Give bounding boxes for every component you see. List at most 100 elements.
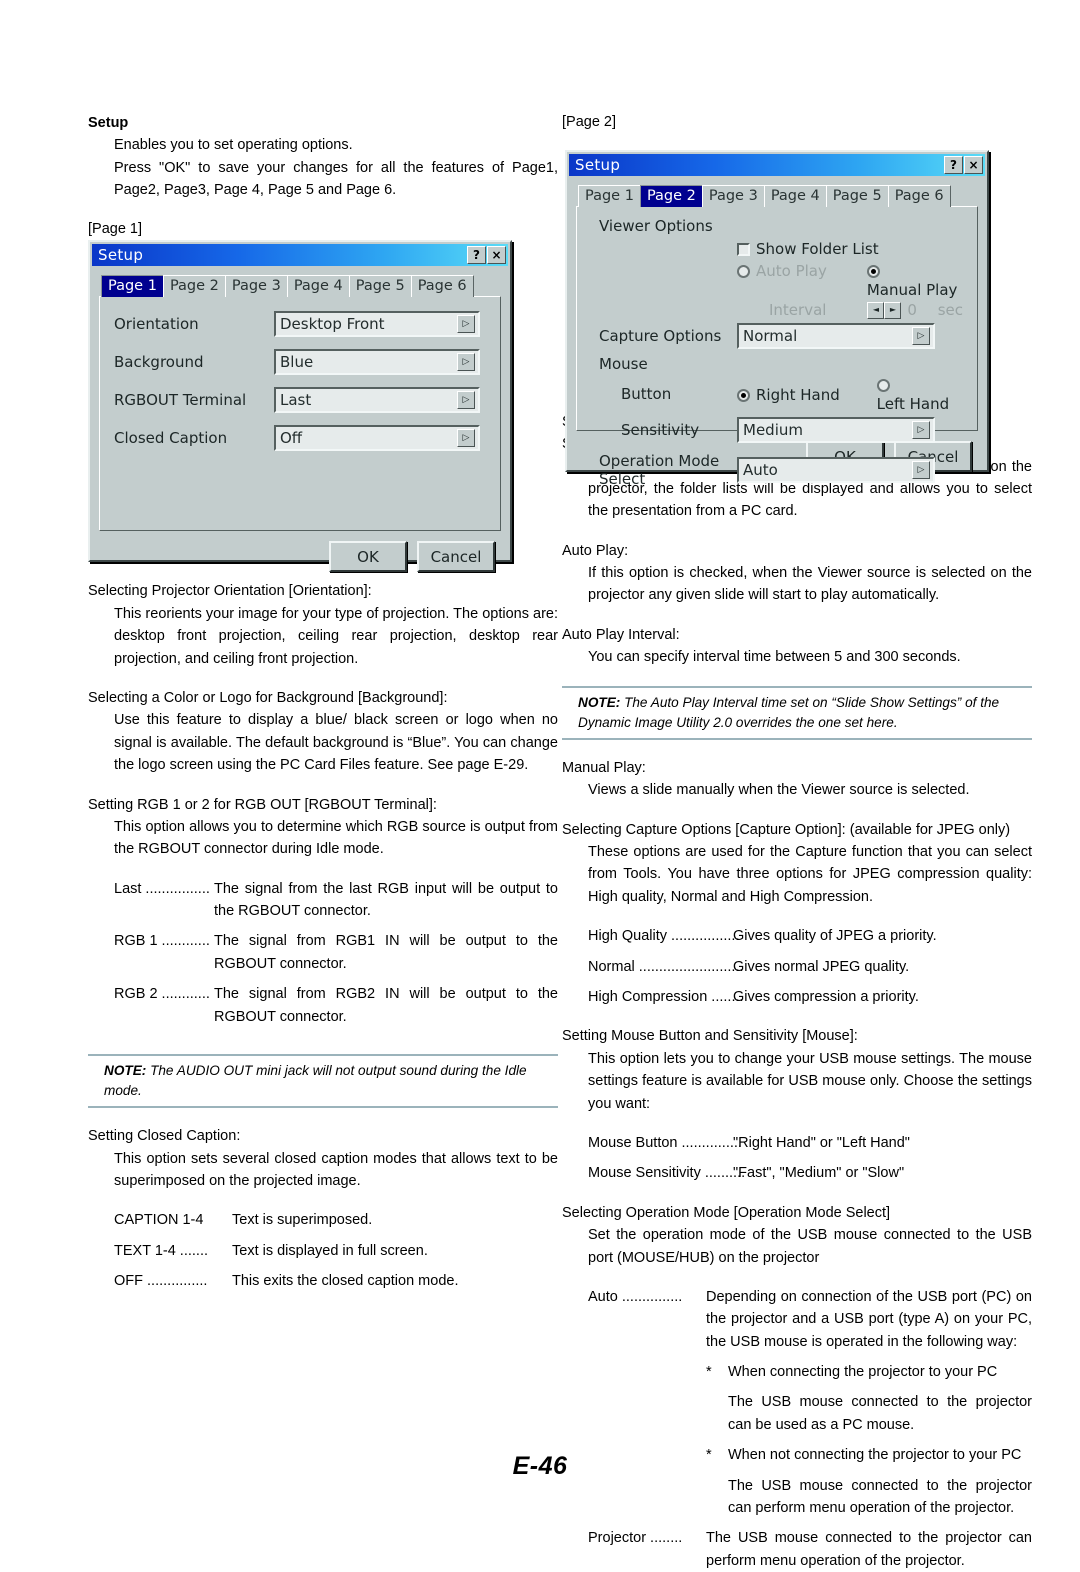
- def-rgb2-term: RGB 2 ............: [114, 986, 210, 1003]
- field-capture-options[interactable]: Capture Options Normal ▷: [591, 323, 963, 349]
- closed-caption-combo[interactable]: Off ▷: [274, 425, 480, 451]
- play-mode-row[interactable]: Auto Play Manual Play: [737, 261, 963, 299]
- manual-play-radio-row[interactable]: Manual Play: [866, 261, 963, 299]
- right-hand-radio-row[interactable]: Right Hand: [737, 385, 877, 404]
- rgbout-section-body: This option allows you to determine whic…: [114, 818, 558, 858]
- def-high-quality: High Quality ................. Gives qua…: [562, 925, 1032, 947]
- ok-button[interactable]: OK: [329, 541, 407, 572]
- field-sensitivity[interactable]: Sensitivity Medium ▷: [591, 417, 963, 443]
- chevron-right-icon[interactable]: ▷: [457, 429, 475, 447]
- dialog-tabs[interactable]: Page 1 Page 2 Page 3 Page 4 Page 5 Page …: [99, 273, 501, 297]
- tab-page-5[interactable]: Page 5: [825, 185, 889, 207]
- show-folder-list-checkbox[interactable]: [737, 243, 750, 256]
- tab-page-6[interactable]: Page 6: [410, 275, 474, 297]
- def-mouse-sensitivity: Mouse Sensitivity .......... "Fast", "Me…: [562, 1162, 1032, 1184]
- bullet-connecting-pc-heading: When connecting the projector to your PC: [728, 1364, 998, 1381]
- operation-mode-label: Operation Mode Select: [599, 452, 720, 488]
- chevron-right-icon[interactable]: ▷: [912, 461, 930, 479]
- tab-page-4[interactable]: Page 4: [286, 275, 350, 297]
- operation-mode-combo[interactable]: Auto ▷: [737, 457, 935, 483]
- closed-caption-value: Off: [280, 429, 303, 447]
- manual-play-radio[interactable]: [866, 265, 880, 278]
- def-off-term: OFF ...............: [114, 1273, 208, 1290]
- dialog-tabs[interactable]: Page 1 Page 2 Page 3 Page 4 Page 5 Page …: [576, 183, 978, 207]
- auto-play-radio[interactable]: [737, 265, 750, 278]
- def-rgb1: RGB 1 ............ The signal from RGB1 …: [88, 930, 558, 975]
- chevron-left-icon[interactable]: ◄: [867, 301, 885, 319]
- show-folder-list-row[interactable]: Show Folder List: [737, 239, 963, 258]
- orientation-value: Desktop Front: [280, 315, 385, 333]
- chevron-right-icon[interactable]: ▷: [457, 315, 475, 333]
- rgbout-terminal-label: RGBOUT Terminal: [114, 391, 247, 409]
- field-background[interactable]: Background Blue ▷: [114, 349, 486, 375]
- auto-play-radio-row[interactable]: Auto Play: [737, 261, 867, 299]
- def-high-compression-desc: Gives compression a priority.: [733, 989, 919, 1005]
- rgbout-terminal-combo[interactable]: Last ▷: [274, 387, 480, 413]
- setup-dialog-page2[interactable]: Setup ? × Page 1 Page 2 Page 3 Page 4 Pa…: [565, 150, 989, 488]
- def-caption-desc: Text is superimposed.: [232, 1212, 373, 1229]
- chevron-right-icon[interactable]: ▷: [457, 353, 475, 371]
- tab-page-1[interactable]: Page 1: [578, 185, 641, 207]
- def-rgb2-desc: The signal from RGB2 IN will be output t…: [214, 986, 558, 1025]
- def-normal-term: Normal ..........................: [588, 958, 744, 975]
- mouse-group-label: Mouse: [599, 355, 648, 373]
- background-value: Blue: [280, 353, 314, 371]
- help-icon[interactable]: ?: [944, 156, 963, 174]
- sensitivity-combo[interactable]: Medium ▷: [737, 417, 935, 443]
- bullet-connecting-pc: * When connecting the projector to your …: [562, 1361, 1032, 1383]
- mouse-button-row[interactable]: Button Right Hand Left Hand: [591, 375, 963, 413]
- tab-page-1[interactable]: Page 1: [101, 275, 164, 297]
- page2-label: [Page 2]: [562, 114, 617, 130]
- capture-options-combo[interactable]: Normal ▷: [737, 323, 935, 349]
- background-combo[interactable]: Blue ▷: [274, 349, 480, 375]
- chevron-right-icon[interactable]: ▷: [457, 391, 475, 409]
- dialog-titlebar[interactable]: Setup ? ×: [569, 154, 985, 176]
- tab-page-3[interactable]: Page 3: [701, 185, 765, 207]
- tab-page-6[interactable]: Page 6: [887, 185, 951, 207]
- chevron-right-icon[interactable]: ►: [884, 301, 902, 319]
- tab-page-3[interactable]: Page 3: [224, 275, 288, 297]
- interval-spinner[interactable]: ◄ ►: [867, 301, 902, 319]
- def-text-term: TEXT 1-4 .......: [114, 1242, 209, 1259]
- chevron-right-icon[interactable]: ▷: [912, 327, 930, 345]
- def-auto-desc: Depending on connection of the USB port …: [706, 1288, 1032, 1350]
- chevron-right-icon[interactable]: ▷: [912, 421, 930, 439]
- field-rgbout-terminal[interactable]: RGBOUT Terminal Last ▷: [114, 387, 486, 413]
- def-rgb1-desc: The signal from RGB1 IN will be output t…: [214, 933, 558, 972]
- note-text: The AUDIO OUT mini jack will not output …: [104, 1063, 527, 1099]
- closed-caption-section-body: This option sets several closed caption …: [114, 1150, 558, 1190]
- orientation-combo[interactable]: Desktop Front ▷: [274, 311, 480, 337]
- auto-play-label: Auto Play: [756, 262, 827, 280]
- operation-mode-value: Auto: [743, 461, 778, 479]
- right-hand-radio[interactable]: [737, 388, 750, 402]
- capture-options-title: Selecting Capture Options [Capture Optio…: [562, 821, 1011, 838]
- cancel-button[interactable]: Cancel: [417, 541, 495, 572]
- auto-play-title: Auto Play:: [562, 542, 629, 559]
- close-icon[interactable]: ×: [964, 156, 983, 174]
- note-audio-out: NOTE: The AUDIO OUT mini jack will not o…: [88, 1054, 558, 1109]
- left-hand-radio[interactable]: [876, 379, 890, 392]
- orientation-label: Orientation: [114, 315, 199, 333]
- manual-play-title: Manual Play:: [562, 759, 646, 776]
- tab-page-4[interactable]: Page 4: [763, 185, 827, 207]
- tab-panel-page2: Viewer Options Show Folder List Auto Pla…: [576, 206, 978, 488]
- close-icon[interactable]: ×: [487, 246, 506, 264]
- right-column-body: Setting Viewer Options [Viewer Options] …: [562, 411, 1032, 1572]
- def-mouse-button-term: Mouse Button ...............: [588, 1134, 742, 1151]
- dialog-titlebar[interactable]: Setup ? ×: [92, 244, 508, 266]
- field-orientation[interactable]: Orientation Desktop Front ▷: [114, 311, 486, 337]
- tab-page-2[interactable]: Page 2: [639, 185, 703, 207]
- field-closed-caption[interactable]: Closed Caption Off ▷: [114, 425, 486, 451]
- def-off: OFF ............... This exits the close…: [88, 1270, 558, 1292]
- tab-page-2[interactable]: Page 2: [162, 275, 226, 297]
- tab-page-5[interactable]: Page 5: [348, 275, 412, 297]
- setup-intro-line-1: Enables you to set operating options.: [114, 137, 353, 154]
- setup-dialog-page1[interactable]: Setup ? × Page 1 Page 2 Page 3 Page 4 Pa…: [88, 240, 512, 572]
- def-mouse-sensitivity-term: Mouse Sensitivity ..........: [588, 1165, 746, 1182]
- left-hand-radio-row[interactable]: Left Hand: [876, 375, 963, 413]
- def-caption-term: CAPTION 1-4: [114, 1212, 204, 1229]
- help-icon[interactable]: ?: [467, 246, 486, 264]
- def-high-quality-desc: Gives quality of JPEG a priority.: [733, 928, 937, 945]
- note-label: NOTE:: [578, 694, 621, 710]
- field-operation-mode[interactable]: Operation Mode Select Auto ▷: [591, 452, 963, 488]
